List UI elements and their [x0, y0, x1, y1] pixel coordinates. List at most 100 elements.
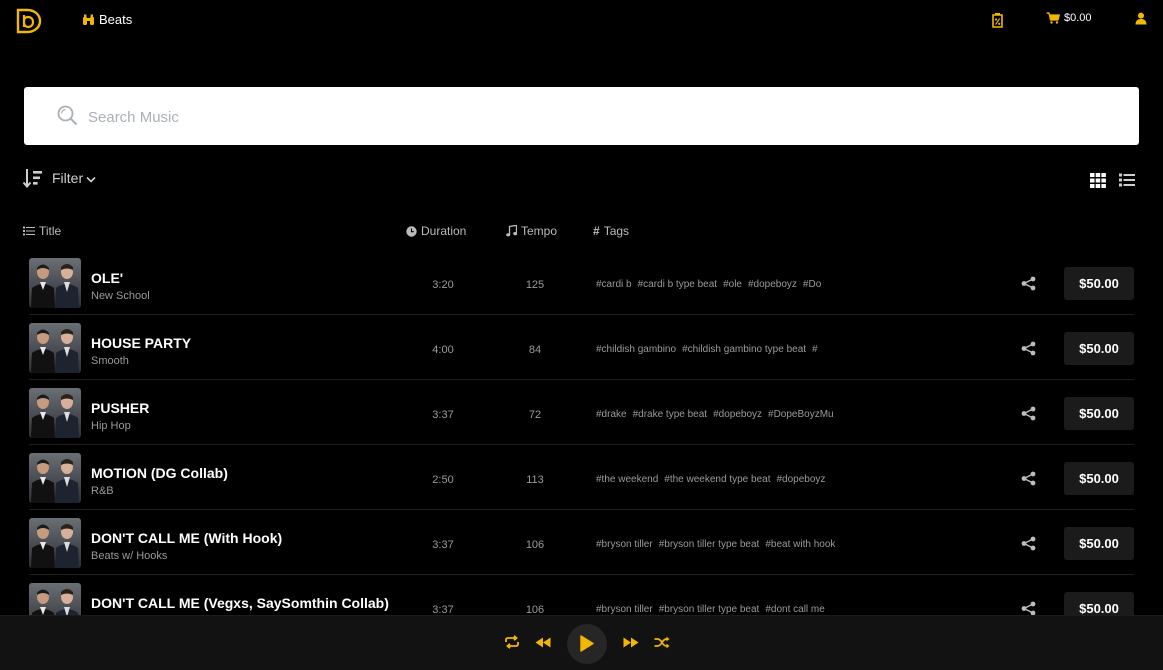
column-duration-label: Duration [421, 224, 467, 238]
track-title[interactable]: MOTION (DG Collab) [91, 465, 228, 481]
track-genre: New School [91, 290, 150, 302]
track-artwork[interactable] [29, 388, 81, 438]
tag-chip[interactable]: #cardi b [596, 279, 632, 290]
track-tempo: 106 [525, 539, 545, 551]
track-duration: 3:20 [432, 279, 454, 291]
cart-button[interactable]: $0.00 [1046, 12, 1092, 24]
column-tags-label: Tags [603, 224, 630, 238]
track-artwork[interactable] [29, 258, 81, 308]
track-row[interactable]: MOTION (DG Collab) R&B 2:50 113 #the wee… [0, 445, 1163, 510]
track-row[interactable]: HOUSE PARTY Smooth 4:00 84 #childish gam… [0, 315, 1163, 380]
track-artwork[interactable] [29, 518, 81, 568]
db-logo-icon[interactable] [15, 8, 43, 34]
track-row[interactable]: OLE' New School 3:20 125 #cardi b #cardi … [0, 250, 1163, 315]
tag-chip[interactable]: #cardi b type beat [638, 279, 718, 290]
search-input[interactable] [86, 101, 1090, 133]
list-view-icon [1119, 173, 1135, 187]
price-button[interactable]: $50.00 [1064, 462, 1134, 495]
track-tags: #bryson tiller #bryson tiller type beat #d… [596, 604, 858, 615]
search-icon[interactable] [57, 105, 78, 126]
nav-beats-link[interactable]: Beats [82, 12, 132, 27]
track-title[interactable]: DON'T CALL ME (With Hook) [91, 530, 282, 546]
price-button[interactable]: $50.00 [1064, 397, 1134, 430]
play-icon [580, 635, 594, 652]
discount-tag-icon [992, 13, 1003, 28]
share-icon [1021, 406, 1036, 421]
share-icon [1021, 471, 1036, 486]
column-title[interactable]: Title [23, 224, 61, 238]
track-title[interactable]: OLE' [91, 270, 123, 286]
price-button[interactable]: $50.00 [1064, 267, 1134, 300]
track-row[interactable]: PUSHER Hip Hop 3:37 72 #drake #drake type… [0, 380, 1163, 445]
share-button[interactable] [1021, 276, 1036, 296]
track-tempo: 84 [528, 344, 542, 356]
column-tempo-label: Tempo [521, 224, 558, 238]
tag-chip[interactable]: #dopeboyz [776, 474, 825, 485]
tag-chip[interactable]: #DopeBoyzMu [768, 409, 834, 420]
tag-chip[interactable]: #dont call me [765, 604, 824, 615]
tag-chip[interactable]: #bryson tiller [596, 604, 653, 615]
clock-icon [406, 225, 417, 237]
list-icon [23, 226, 35, 236]
tag-chip[interactable]: #dopeboyz [713, 409, 762, 420]
repeat-icon[interactable] [504, 635, 520, 649]
user-icon [1135, 12, 1147, 25]
tag-chip[interactable]: #bryson tiller [596, 539, 653, 550]
price-button[interactable]: $50.00 [1064, 527, 1134, 560]
price-button[interactable]: $50.00 [1064, 332, 1134, 365]
tag-chip[interactable]: #ole [723, 279, 742, 290]
tag-chip[interactable]: #dopeboyz [748, 279, 797, 290]
play-button[interactable] [567, 624, 607, 664]
column-tags[interactable]: # Tags [593, 224, 629, 238]
fast-forward-icon[interactable] [623, 637, 639, 648]
tag-chip[interactable]: #Do [803, 279, 821, 290]
filter-label: Filter [52, 170, 84, 186]
track-row[interactable]: DON'T CALL ME (With Hook) Beats w/ Hooks… [0, 510, 1163, 575]
track-genre: Beats w/ Hooks [91, 550, 168, 562]
tag-chip[interactable]: #beat with hook [765, 539, 835, 550]
track-tags: #childish gambino #childish gambino type … [596, 344, 858, 355]
tag-chip[interactable]: # [812, 344, 818, 355]
share-button[interactable] [1021, 471, 1036, 491]
track-duration: 2:50 [432, 474, 454, 486]
share-icon [1021, 341, 1036, 356]
shuffle-icon[interactable] [654, 636, 670, 649]
track-artwork[interactable] [29, 323, 81, 373]
tag-chip[interactable]: #the weekend type beat [664, 474, 770, 485]
track-title[interactable]: HOUSE PARTY [91, 335, 191, 351]
tag-chip[interactable]: #bryson tiller type beat [659, 539, 760, 550]
cart-total: $0.00 [1064, 12, 1092, 24]
share-icon [1021, 536, 1036, 551]
table-header: Title Duration Tempo # Tags [0, 224, 1163, 242]
top-bar: Beats $0.00 [0, 0, 1163, 44]
tag-chip[interactable]: #the weekend [596, 474, 658, 485]
binoculars-icon [83, 14, 94, 25]
column-duration[interactable]: Duration [406, 224, 466, 238]
user-button[interactable] [1135, 12, 1147, 25]
tag-chip[interactable]: #childish gambino type beat [682, 344, 806, 355]
hashtag-icon: # [593, 224, 600, 238]
track-genre: Hip Hop [91, 420, 131, 432]
discount-button[interactable] [991, 12, 1004, 29]
share-button[interactable] [1021, 341, 1036, 361]
column-tempo[interactable]: Tempo [506, 224, 557, 238]
track-title[interactable]: PUSHER [91, 400, 149, 416]
tag-chip[interactable]: #bryson tiller type beat [659, 604, 760, 615]
track-tempo: 125 [525, 279, 545, 291]
filter-dropdown[interactable]: Filter [22, 168, 96, 188]
tag-chip[interactable]: #drake [596, 409, 627, 420]
track-title[interactable]: DON'T CALL ME (Vegxs, SaySomthin Collab) [91, 595, 389, 611]
track-tags: #the weekend #the weekend type beat #dopeb… [596, 474, 858, 485]
sort-icon [22, 169, 42, 188]
share-icon [1021, 601, 1036, 616]
share-button[interactable] [1021, 536, 1036, 556]
list-view-button[interactable] [1119, 173, 1135, 192]
tag-chip[interactable]: #childish gambino [596, 344, 676, 355]
cart-icon [1046, 12, 1060, 24]
track-artwork[interactable] [29, 453, 81, 503]
rewind-icon[interactable] [535, 637, 551, 648]
track-tempo: 72 [528, 409, 542, 421]
tag-chip[interactable]: #drake type beat [633, 409, 708, 420]
share-button[interactable] [1021, 406, 1036, 426]
grid-view-button[interactable] [1090, 173, 1106, 193]
